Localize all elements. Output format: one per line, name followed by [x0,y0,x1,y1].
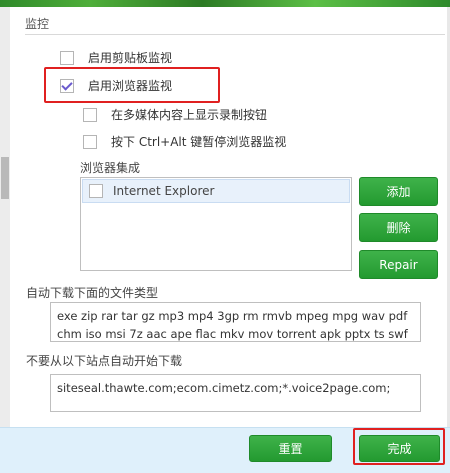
list-item-label: Internet Explorer [113,184,215,198]
highlight-done-button [353,428,445,465]
exclude-sites-label: 不要从以下站点自动开始下载 [26,354,183,368]
repair-button[interactable]: Repair [359,250,438,279]
multimedia-record-row[interactable]: 在多媒体内容上显示录制按钮 [83,106,267,123]
multimedia-record-checkbox[interactable] [83,107,97,122]
multimedia-record-label: 在多媒体内容上显示录制按钮 [111,108,268,122]
pause-monitor-checkbox[interactable] [83,134,97,149]
browser-monitor-checkbox[interactable] [60,78,74,93]
pause-monitor-row[interactable]: 按下 Ctrl+Alt 键暂停浏览器监视 [83,133,286,150]
top-decoration [0,0,450,7]
add-button[interactable]: 添加 [359,177,438,206]
section-title: 监控 [25,17,50,31]
file-types-field[interactable]: exe zip rar tar gz mp3 mp4 3gp rm rmvb m… [50,302,421,342]
browser-monitor-label: 启用浏览器监视 [88,79,173,93]
scrollbar-thumb[interactable] [1,157,9,199]
exclude-sites-field[interactable]: siteseal.thawte.com;ecom.cimetz.com;*.vo… [50,374,421,412]
internet-explorer-checkbox[interactable] [89,184,103,198]
browser-integration-label: 浏览器集成 [80,161,141,175]
pause-monitor-label: 按下 Ctrl+Alt 键暂停浏览器监视 [111,135,287,149]
clipboard-monitor-checkbox[interactable] [60,50,74,65]
browser-monitor-row[interactable]: 启用浏览器监视 [60,77,172,94]
section-divider [25,34,445,35]
auto-download-label: 自动下载下面的文件类型 [26,286,159,300]
browser-list[interactable]: Internet Explorer [80,177,352,271]
clipboard-monitor-row[interactable]: 启用剪贴板监视 [60,49,172,66]
delete-button[interactable]: 删除 [359,213,438,242]
list-item-internet-explorer[interactable]: Internet Explorer [82,179,350,203]
clipboard-monitor-label: 启用剪贴板监视 [88,51,173,65]
vertical-scrollbar[interactable] [0,7,10,427]
reset-button[interactable]: 重置 [249,435,332,462]
